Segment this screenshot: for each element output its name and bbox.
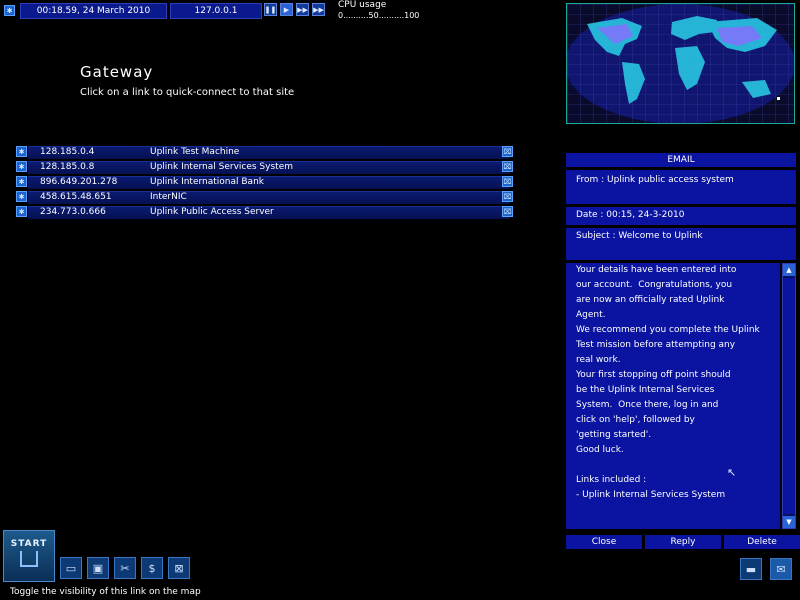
link-name: Uplink Internal Services System [150, 162, 293, 172]
ip-display: 127.0.0.1 [170, 3, 262, 19]
tools-icon[interactable]: ✂ [114, 557, 136, 579]
email-envelope-icon[interactable]: ✉ [770, 558, 792, 580]
link-row[interactable]: ✱ 896.649.201.278 Uplink International B… [14, 175, 516, 189]
fast-forward-icon[interactable]: ▶▶ [296, 3, 309, 16]
start-button[interactable]: START [3, 530, 55, 582]
link-delete-icon[interactable]: ⌧ [502, 176, 513, 187]
email-subject: Subject : Welcome to Uplink [566, 228, 796, 260]
email-date: Date : 00:15, 24-3-2010 [566, 207, 796, 225]
link-name: Uplink International Bank [150, 177, 264, 187]
email-body-line: 'getting started'. [576, 430, 652, 440]
link-ip: 128.185.0.4 [40, 147, 95, 157]
close-button[interactable]: Close [566, 535, 642, 549]
page-title: Gateway [80, 63, 154, 81]
email-body-line: Your first stopping off point should [576, 370, 731, 380]
play-icon[interactable]: ▶ [280, 3, 293, 16]
link-row[interactable]: ✱ 128.185.0.4 Uplink Test Machine ⌧ [14, 145, 516, 159]
link-toggle-icon[interactable]: ✱ [16, 191, 27, 202]
email-body-line: Agent. [576, 310, 606, 320]
start-label: START [10, 539, 48, 549]
menu-icon[interactable]: ✱ [4, 5, 15, 16]
email-body-line [576, 458, 780, 473]
link-toggle-icon[interactable]: ✱ [16, 161, 27, 172]
link-ip: 234.773.0.666 [40, 207, 106, 217]
email-body-line: - Uplink Internal Services System [576, 490, 726, 500]
reply-button[interactable]: Reply [645, 535, 721, 549]
email-body-line: be the Uplink Internal Services [576, 385, 715, 395]
link-name: Uplink Test Machine [150, 147, 240, 157]
folder-icon[interactable]: ▬ [740, 558, 762, 580]
link-toggle-icon[interactable]: ✱ [16, 206, 27, 217]
link-row[interactable]: ✱ 458.615.48.651 InterNIC ⌧ [14, 190, 516, 204]
link-row[interactable]: ✱ 234.773.0.666 Uplink Public Access Ser… [14, 205, 516, 219]
datetime-display: 00:18.59, 24 March 2010 [20, 3, 167, 19]
link-ip: 458.615.48.651 [40, 192, 112, 202]
email-body-line: are now an officially rated Uplink [576, 295, 725, 305]
page-subtitle: Click on a link to quick-connect to that… [80, 87, 295, 98]
email-header: EMAIL [566, 153, 796, 167]
link-name: InterNIC [150, 192, 187, 202]
link-toggle-icon[interactable]: ✱ [16, 176, 27, 187]
email-body-line: Your details have been entered into [576, 265, 737, 275]
email-scrollbar[interactable]: ▲ ▼ [782, 263, 796, 529]
status-tooltip: Toggle the visibility of this link on th… [10, 587, 201, 597]
skip-forward-icon[interactable]: ▶▶ [312, 3, 325, 16]
world-map-graphic [565, 4, 795, 124]
email-body: Your details have been entered into our … [566, 263, 780, 529]
cpu-usage-scale: 0..........50..........100 [338, 11, 420, 20]
email-body-line: We recommend you complete the Uplink [576, 325, 760, 335]
scroll-down-icon[interactable]: ▼ [783, 516, 795, 528]
link-toggle-icon[interactable]: ✱ [16, 146, 27, 157]
finance-dollar-icon[interactable]: $ [141, 557, 163, 579]
link-delete-icon[interactable]: ⌧ [502, 146, 513, 157]
link-delete-icon[interactable]: ⌧ [502, 191, 513, 202]
link-ip: 896.649.201.278 [40, 177, 118, 187]
delete-button[interactable]: Delete [724, 535, 800, 549]
mission-icon[interactable]: ⊠ [168, 557, 190, 579]
save-disk-icon[interactable]: ▣ [87, 557, 109, 579]
cpu-usage-label: CPU usage [338, 0, 387, 10]
email-body-line: System. Once there, log in and [576, 400, 719, 410]
email-body-line: Test mission before attempting any [576, 340, 736, 350]
link-row-bar [28, 146, 510, 159]
scroll-up-icon[interactable]: ▲ [783, 264, 795, 276]
link-delete-icon[interactable]: ⌧ [502, 206, 513, 217]
link-name: Uplink Public Access Server [150, 207, 274, 217]
link-delete-icon[interactable]: ⌧ [502, 161, 513, 172]
computer-icon[interactable]: ▭ [60, 557, 82, 579]
email-body-line: click on 'help', followed by [576, 415, 695, 425]
email-body-line: real work. [576, 355, 621, 365]
mouse-cursor-icon: ↖ [727, 466, 737, 479]
email-body-line: our account. Congratulations, you [576, 280, 733, 290]
world-map[interactable] [565, 3, 795, 124]
email-body-line: Links included : [576, 475, 647, 485]
link-row[interactable]: ✱ 128.185.0.8 Uplink Internal Services S… [14, 160, 516, 174]
pause-icon[interactable]: ❚❚ [264, 3, 277, 16]
start-icon [20, 551, 38, 567]
link-ip: 128.185.0.8 [40, 162, 95, 172]
email-from: From : Uplink public access system [566, 170, 796, 204]
email-body-line: Good luck. [576, 445, 624, 455]
scroll-thumb[interactable] [783, 278, 795, 514]
